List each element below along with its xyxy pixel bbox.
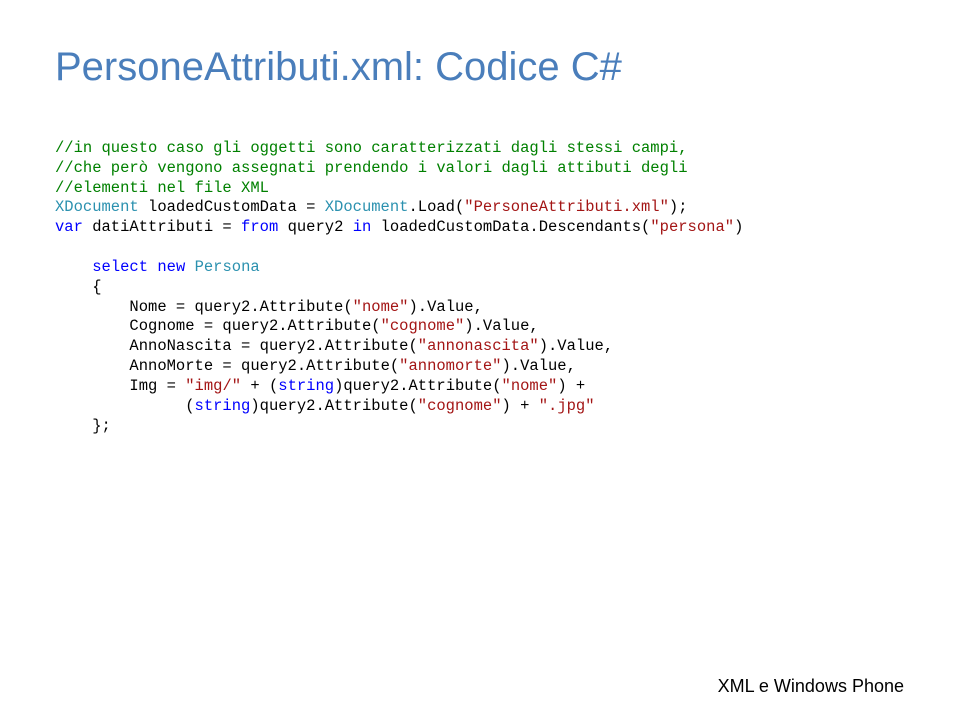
footer-text: XML e Windows Phone [718, 676, 904, 697]
code-str-loadfile: "PersoneAttributi.xml" [464, 198, 669, 216]
code-close2: ) [734, 218, 743, 236]
code-str-annonascita: "annonascita" [418, 337, 539, 355]
code-str-cognome-2: "cognome" [418, 397, 502, 415]
code-indent8-1 [55, 298, 129, 316]
code-close-paren-plus-1: ) + [557, 377, 585, 395]
code-annonascita-eq: AnnoNascita = query2.Attribute( [129, 337, 417, 355]
code-var-datiattr: datiAttributi = [83, 218, 241, 236]
code-var-loaded: loadedCustomData = [139, 198, 325, 216]
code-indent4-1 [55, 258, 92, 276]
code-indent4-2 [55, 278, 92, 296]
code-comment1: //in questo caso gli oggetti sono caratt… [55, 139, 688, 157]
code-nome-eq: Nome = query2.Attribute( [129, 298, 352, 316]
code-kw-new: new [157, 258, 185, 276]
code-kw-select: select [92, 258, 148, 276]
code-close1: ); [669, 198, 688, 216]
code-space2 [185, 258, 194, 276]
code-type-xdocument-1: XDocument [55, 198, 139, 216]
code-comment3: //elementi nel file XML [55, 179, 269, 197]
code-close-plus-space: ) + [502, 397, 539, 415]
code-indent8-4 [55, 357, 129, 375]
code-kw-string-1: string [278, 377, 334, 395]
code-annomorte-eq: AnnoMorte = query2.Attribute( [129, 357, 399, 375]
code-kw-string-2: string [195, 397, 251, 415]
code-indent8-2 [55, 317, 129, 335]
slide: PersoneAttributi.xml: Codice C# //in que… [0, 0, 959, 725]
code-val-comma-1: ).Value, [408, 298, 482, 316]
code-str-imgslash: "img/" [185, 377, 241, 395]
code-str-nome-2: "nome" [502, 377, 558, 395]
code-cast-close-q2attr-2: )query2.Attribute( [250, 397, 417, 415]
code-str-nome: "nome" [353, 298, 409, 316]
code-type-xdocument-2: XDocument [325, 198, 409, 216]
code-dot-load: .Load( [408, 198, 464, 216]
code-kw-in: in [353, 218, 372, 236]
code-img-eq: Img = [129, 377, 185, 395]
code-indent8-3 [55, 337, 129, 355]
code-space1 [148, 258, 157, 276]
code-kw-from: from [241, 218, 278, 236]
code-str-persona: "persona" [650, 218, 734, 236]
code-val-comma-4: ).Value, [502, 357, 576, 375]
code-loaded-desc: loadedCustomData.Descendants( [371, 218, 650, 236]
code-str-jpg: ".jpg" [539, 397, 595, 415]
code-block: //in questo caso gli oggetti sono caratt… [55, 139, 904, 436]
code-q2: query2 [278, 218, 352, 236]
code-cast-close-q2attr-1: )query2.Attribute( [334, 377, 501, 395]
code-kw-var: var [55, 218, 83, 236]
code-indent4-3 [55, 417, 92, 435]
code-plus-cast-open-1: + ( [241, 377, 278, 395]
code-comment2: //che però vengono assegnati prendendo i… [55, 159, 688, 177]
code-indent-cont: ( [55, 397, 195, 415]
code-indent8-5 [55, 377, 129, 395]
code-type-persona: Persona [195, 258, 260, 276]
code-str-cognome: "cognome" [381, 317, 465, 335]
code-lbrace: { [92, 278, 101, 296]
code-val-comma-2: ).Value, [464, 317, 538, 335]
code-rbrace-semi: }; [92, 417, 111, 435]
code-cognome-eq: Cognome = query2.Attribute( [129, 317, 380, 335]
code-val-comma-3: ).Value, [539, 337, 613, 355]
slide-title: PersoneAttributi.xml: Codice C# [55, 45, 904, 89]
code-str-annomorte: "annomorte" [399, 357, 501, 375]
